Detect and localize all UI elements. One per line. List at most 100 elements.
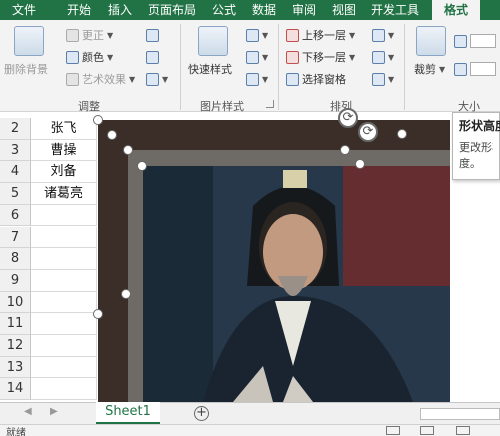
cell[interactable] bbox=[31, 335, 97, 357]
horizontal-scrollbar[interactable] bbox=[420, 408, 500, 420]
resize-handle-n[interactable] bbox=[340, 145, 350, 155]
row-header[interactable]: 12 bbox=[0, 335, 31, 357]
row-header[interactable]: 8 bbox=[0, 248, 31, 270]
change-picture-button[interactable] bbox=[146, 48, 159, 66]
resize-handle-crop[interactable] bbox=[137, 161, 147, 171]
sheet-tab-bar: ◀ ▶ Sheet1 + bbox=[0, 402, 500, 424]
scroll-right-icon[interactable]: ▶ bbox=[50, 406, 58, 417]
send-backward-button[interactable]: 下移一层 ▼ bbox=[286, 48, 355, 66]
tab-formulas[interactable]: 公式 bbox=[208, 0, 240, 20]
cell[interactable] bbox=[31, 356, 97, 379]
cell[interactable]: 张飞 bbox=[31, 118, 97, 140]
tooltip-body-line1: 更改形状 bbox=[459, 141, 493, 154]
ribbon-tab-bar: 文件 开始 插入 页面布局 公式 数据 审阅 视图 开发工具 格式 bbox=[0, 0, 500, 20]
row-header[interactable]: 3 bbox=[0, 139, 31, 162]
shape-height-field[interactable] bbox=[454, 32, 496, 50]
resize-handle-n-inner[interactable] bbox=[355, 159, 365, 169]
sheet-tab-sheet1[interactable]: Sheet1 bbox=[96, 402, 160, 424]
cell[interactable]: 曹操 bbox=[31, 139, 97, 162]
selection-pane-icon bbox=[286, 72, 299, 86]
cell[interactable] bbox=[31, 226, 97, 249]
crop-icon bbox=[416, 26, 446, 56]
row-header[interactable]: 5 bbox=[0, 183, 31, 205]
quick-styles-button[interactable]: 快速样式 bbox=[188, 60, 232, 78]
cell[interactable] bbox=[31, 313, 97, 335]
chevron-down-icon: ▼ bbox=[107, 30, 114, 40]
add-sheet-button[interactable]: + bbox=[194, 406, 209, 421]
crop-button[interactable]: 裁剪 ▼ bbox=[414, 60, 445, 78]
resize-handle-nw[interactable] bbox=[93, 115, 103, 125]
artistic-effects-icon bbox=[66, 72, 79, 86]
quick-styles-label: 快速样式 bbox=[188, 63, 232, 76]
selection-pane-button[interactable]: 选择窗格 bbox=[286, 70, 346, 88]
width-icon bbox=[454, 62, 467, 76]
shape-width-field[interactable] bbox=[454, 60, 496, 78]
reset-picture-button[interactable]: ▼ bbox=[146, 70, 168, 88]
cell[interactable] bbox=[31, 291, 97, 314]
send-backward-label: 下移一层 bbox=[302, 51, 346, 64]
tab-insert[interactable]: 插入 bbox=[104, 0, 136, 20]
group-button[interactable]: ▼ bbox=[372, 48, 394, 66]
tab-data[interactable]: 数据 bbox=[248, 0, 280, 20]
page-break-view-icon[interactable] bbox=[456, 426, 470, 435]
row-header[interactable]: 13 bbox=[0, 356, 31, 379]
cell[interactable] bbox=[31, 248, 97, 270]
cell[interactable] bbox=[31, 204, 97, 227]
shape-height-tooltip: 形状高度 更改形状 度。 bbox=[452, 112, 500, 180]
chevron-down-icon: ▼ bbox=[262, 52, 269, 62]
row-header[interactable]: 7 bbox=[0, 226, 31, 249]
rotate-handle-icon[interactable]: ⟳ bbox=[358, 122, 378, 142]
row-header[interactable]: 9 bbox=[0, 269, 31, 292]
chevron-down-icon: ▼ bbox=[129, 74, 136, 84]
remove-background-icon bbox=[14, 26, 44, 56]
tab-page-layout[interactable]: 页面布局 bbox=[144, 0, 200, 20]
portrait-photo[interactable] bbox=[143, 166, 450, 402]
change-picture-icon bbox=[146, 50, 159, 64]
row-header[interactable]: 11 bbox=[0, 313, 31, 335]
tab-view[interactable]: 视图 bbox=[328, 0, 360, 20]
resize-handle-w-outer[interactable] bbox=[93, 309, 103, 319]
shape-height-input[interactable] bbox=[470, 34, 496, 48]
tooltip-body-line2: 度。 bbox=[459, 157, 481, 170]
cell[interactable]: 刘备 bbox=[31, 161, 97, 184]
cell[interactable]: 诸葛亮 bbox=[31, 183, 97, 205]
compress-pictures-button[interactable] bbox=[146, 26, 159, 44]
normal-view-icon[interactable] bbox=[386, 426, 400, 435]
row-header[interactable]: 6 bbox=[0, 204, 31, 227]
color-button[interactable]: 颜色 ▼ bbox=[66, 48, 113, 66]
resize-handle-corner[interactable] bbox=[107, 130, 117, 140]
bring-forward-button[interactable]: 上移一层 ▼ bbox=[286, 26, 355, 44]
picture-layout-button[interactable]: ▼ bbox=[246, 70, 268, 88]
cell[interactable] bbox=[31, 378, 97, 401]
tab-home[interactable]: 开始 bbox=[62, 0, 96, 20]
tab-format[interactable]: 格式 bbox=[432, 0, 480, 20]
dialog-launcher-icon[interactable] bbox=[266, 100, 274, 108]
shape-width-input[interactable] bbox=[470, 62, 496, 76]
tab-developer[interactable]: 开发工具 bbox=[366, 0, 424, 20]
artistic-effects-button[interactable]: 艺术效果 ▼ bbox=[66, 70, 135, 88]
tab-file[interactable]: 文件 bbox=[0, 0, 48, 20]
compress-icon bbox=[146, 28, 159, 42]
row-header[interactable]: 14 bbox=[0, 378, 31, 401]
chevron-down-icon: ▼ bbox=[439, 64, 446, 74]
cell[interactable] bbox=[31, 269, 97, 292]
tab-review[interactable]: 审阅 bbox=[288, 0, 320, 20]
corrections-button[interactable]: 更正 ▼ bbox=[66, 26, 113, 44]
resize-handle-ne[interactable] bbox=[397, 129, 407, 139]
picture-styles-group-label: 图片样式 bbox=[200, 100, 244, 113]
effects-icon bbox=[246, 50, 259, 64]
picture-border-button[interactable]: ▼ bbox=[246, 26, 268, 44]
scroll-left-icon[interactable]: ◀ bbox=[24, 406, 32, 417]
remove-background-button[interactable]: 删除背景 bbox=[4, 60, 48, 78]
row-header[interactable]: 4 bbox=[0, 161, 31, 184]
resize-handle-nw-inner[interactable] bbox=[123, 145, 133, 155]
align-button[interactable]: ▼ bbox=[372, 26, 394, 44]
resize-handle-w[interactable] bbox=[121, 289, 131, 299]
remove-background-label: 删除背景 bbox=[4, 63, 48, 76]
rotate-button[interactable]: ▼ bbox=[372, 70, 394, 88]
row-header[interactable]: 2 bbox=[0, 118, 31, 140]
rotate-handle-icon[interactable]: ⟳ bbox=[338, 108, 358, 128]
page-layout-view-icon[interactable] bbox=[420, 426, 434, 435]
picture-effects-button[interactable]: ▼ bbox=[246, 48, 268, 66]
row-header[interactable]: 10 bbox=[0, 291, 31, 314]
